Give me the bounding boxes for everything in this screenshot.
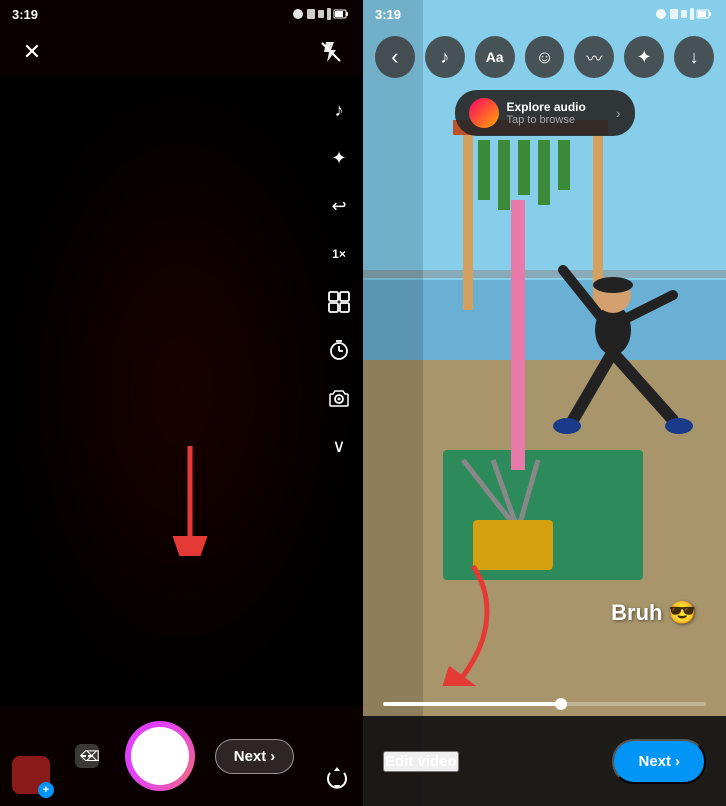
draw-icon: 〰	[586, 45, 602, 69]
red-arrow-left	[160, 436, 240, 556]
explore-audio-banner[interactable]: Explore audio Tap to browse ›	[455, 90, 635, 136]
effects-icon: ✦	[637, 47, 652, 68]
layout-icon	[328, 291, 350, 313]
camera-icon	[328, 387, 350, 409]
music-tool[interactable]: ♪	[325, 96, 353, 124]
effects-tool[interactable]: ✦	[325, 144, 353, 172]
gallery-area: +	[12, 756, 50, 794]
progress-handle[interactable]	[555, 698, 567, 710]
svg-text:⌫: ⌫	[80, 748, 100, 764]
camera-switch-tool[interactable]	[325, 384, 353, 412]
camera-top-bar: ✕	[0, 28, 363, 76]
flip-icon	[324, 765, 350, 791]
next-chevron-right: ›	[675, 753, 680, 770]
delete-icon: ⌫	[71, 740, 103, 772]
camera-viewfinder: ♪ ✦ ↩ 1×	[0, 76, 363, 706]
record-button[interactable]	[125, 721, 195, 791]
record-button-inner	[131, 727, 189, 785]
next-button-right[interactable]: Next ›	[612, 739, 706, 784]
timer-icon	[328, 339, 350, 361]
edit-video-button[interactable]: Edit video	[383, 751, 459, 772]
audio-subtitle: Tap to browse	[507, 114, 608, 126]
status-icons-right	[654, 7, 714, 21]
audio-chevron-icon: ›	[616, 105, 621, 121]
emoji-icon: ☺	[535, 47, 553, 68]
audio-title: Explore audio	[507, 100, 608, 114]
flash-off-icon	[319, 40, 343, 64]
music-button[interactable]: ♪	[425, 36, 465, 78]
flip-camera-area	[321, 762, 353, 794]
timer-tool[interactable]	[325, 336, 353, 364]
gallery-plus-icon: +	[38, 782, 54, 798]
edit-video-label: Edit video	[385, 753, 457, 770]
next-label-right: Next	[638, 753, 671, 770]
download-button[interactable]: ↓	[674, 36, 714, 78]
text-button[interactable]: Aa	[475, 36, 515, 78]
time-left: 3:19	[12, 7, 38, 22]
red-arrow-right	[413, 556, 513, 686]
video-text-overlay[interactable]: Bruh 😎	[611, 600, 696, 626]
effects-button[interactable]: ✦	[624, 36, 664, 78]
flash-button[interactable]	[315, 36, 347, 68]
back-icon: ‹	[391, 44, 398, 70]
status-bar-left: 3:19	[0, 0, 363, 28]
next-label-left: Next	[234, 748, 267, 765]
progress-fill	[383, 702, 561, 706]
layout-tool[interactable]	[325, 288, 353, 316]
camera-panel: 3:19 ✕ ♪ ✦	[0, 0, 363, 806]
video-progress-bar[interactable]	[383, 702, 706, 706]
editor-panel: 3:19 ‹ ♪ Aa ☺ 〰	[363, 0, 726, 806]
next-chevron-left: ›	[270, 748, 275, 765]
back-button[interactable]: ‹	[375, 36, 415, 78]
more-tool[interactable]: ∨	[325, 432, 353, 460]
delete-clip-button[interactable]: ⌫	[69, 738, 105, 774]
close-button[interactable]: ✕	[16, 36, 48, 68]
status-icons-svg	[291, 7, 351, 21]
next-button-left[interactable]: Next ›	[215, 739, 295, 774]
audio-info: Explore audio Tap to browse	[507, 100, 608, 126]
time-right: 3:19	[375, 7, 401, 22]
gallery-thumbnail[interactable]: +	[12, 756, 50, 794]
camera-bottom-controls: ⌫ Next › +	[0, 706, 363, 806]
status-icons-right-svg	[654, 7, 714, 21]
draw-button[interactable]: 〰	[574, 36, 614, 78]
flip-camera-button[interactable]	[321, 762, 353, 794]
text-icon: Aa	[486, 49, 504, 65]
music-icon: ♪	[440, 47, 449, 68]
audio-avatar	[469, 98, 499, 128]
status-bar-right: 3:19	[363, 0, 726, 28]
camera-tools: ♪ ✦ ↩ 1×	[325, 96, 353, 460]
editor-toolbar: ‹ ♪ Aa ☺ 〰 ✦ ↓	[363, 28, 726, 86]
speed-tool[interactable]: 1×	[325, 240, 353, 268]
download-icon: ↓	[690, 47, 699, 68]
emoji-button[interactable]: ☺	[525, 36, 565, 78]
status-icons-left	[291, 7, 351, 21]
close-icon: ✕	[23, 41, 41, 63]
editor-bottom-bar: Edit video Next ›	[363, 716, 726, 806]
undo-tool[interactable]: ↩	[325, 192, 353, 220]
